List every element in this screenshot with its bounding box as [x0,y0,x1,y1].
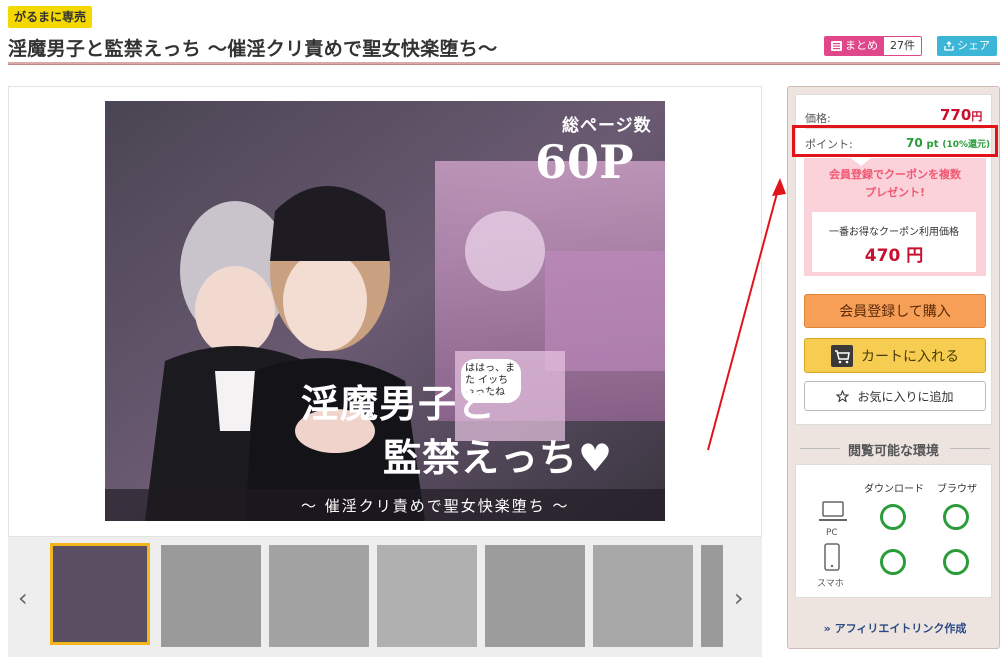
price-unit: 円 [971,110,983,123]
matome-button[interactable]: まとめ 27件 [824,36,922,56]
price-label: 価格: [805,112,831,125]
pc-download-supported-icon [880,504,906,530]
coupon-heading-2: プレゼント! [864,186,926,199]
coupon-notch [851,158,871,166]
phone-download-supported-icon [880,549,906,575]
title-divider [8,62,1000,65]
pages-value: 60P [535,135,634,189]
col-browser: ブラウザ [937,484,977,495]
chevron-left-icon[interactable]: ‹ [18,586,28,610]
art-subtitle: 〜 催淫クリ責めで聖女快楽堕ち 〜 [301,497,570,515]
coupon-heading-1: 会員登録でクーポンを複数 [829,168,961,181]
art-title-line1: 淫魔男子と [301,381,497,426]
smartphone-icon [824,543,840,571]
page-title: 淫魔男子と監禁えっち 〜催淫クリ責めで聖女快楽堕ち〜 [8,38,498,60]
env-rule-right [950,448,990,449]
art-title-line2: 監禁えっち♥ [383,435,614,480]
cover-image[interactable]: 総ページ数 60P ははっ、また イッちゃったね 淫魔男子と 監禁えっち♥ 〜 … [105,101,665,521]
share-icon [944,41,954,51]
share-label: シェア [957,39,990,52]
smartphone-label: スマホ [817,579,844,589]
chevron-right-icon[interactable]: › [734,586,744,610]
affiliate-label: アフィリエイトリンク作成 [834,622,967,635]
phone-browser-supported-icon [943,549,969,575]
thumbnail-1[interactable] [50,543,150,645]
laptop-icon [819,501,847,521]
thumbnail-2[interactable] [161,545,261,647]
coupon-price: 470 円 [864,246,924,266]
thumbnail-3[interactable] [269,545,369,647]
highlight-box [792,125,998,157]
add-favorite-button[interactable]: お気に入りに追加 [804,381,986,411]
register-purchase-button[interactable]: 会員登録して購入 [804,294,986,328]
add-favorite-label: お気に入りに追加 [857,389,954,404]
double-chevron-right-icon: » [823,622,831,635]
matome-label: まとめ [845,39,878,52]
coupon-heading: 会員登録でクーポンを複数 プレゼント! [804,166,986,202]
thumbnail-6[interactable] [593,545,693,647]
annotation-arrow [707,178,786,451]
environment-heading: 閲覧可能な環境 [847,444,939,459]
price-value-wrap: 770円 [940,106,982,124]
exclusive-badge: がるまに専売 [8,6,93,28]
coupon-label: 一番お得なクーポン利用価格 [829,227,959,238]
star-icon [836,389,850,403]
list-icon [831,41,842,51]
thumbnail-4[interactable] [377,545,477,647]
register-purchase-label: 会員登録して購入 [839,304,951,320]
add-to-cart-button[interactable]: カートに入れる [804,338,986,373]
matome-count: 27件 [884,37,921,55]
share-button[interactable]: シェア [937,36,997,56]
pages-label: 総ページ数 [562,116,652,136]
add-to-cart-label: カートに入れる [861,348,959,365]
affiliate-link[interactable]: » アフィリエイトリンク作成 [800,620,990,636]
price-value: 770 [940,106,972,124]
thumbnail-7[interactable] [701,545,723,647]
matome-label-wrap: まとめ [825,37,884,55]
pc-browser-supported-icon [943,504,969,530]
pc-label: PC [826,528,838,538]
col-download: ダウンロード [864,484,924,495]
cart-icon [831,344,853,367]
thumbnail-5[interactable] [485,545,585,647]
